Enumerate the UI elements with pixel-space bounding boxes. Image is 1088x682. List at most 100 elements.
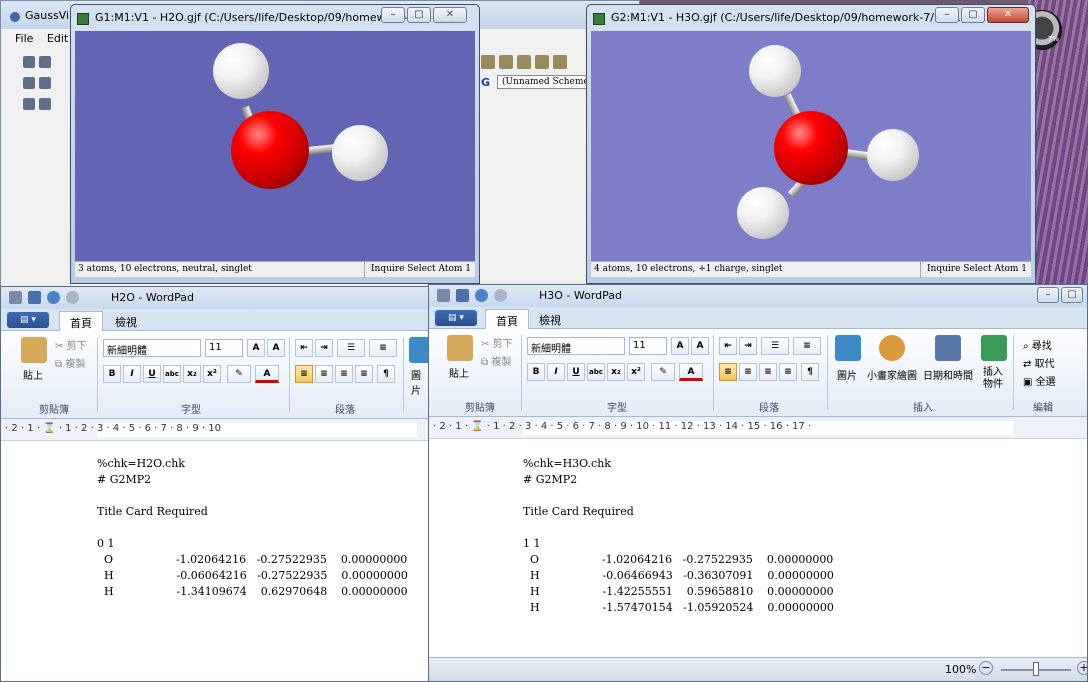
h2o-molecule-canvas[interactable] bbox=[75, 31, 475, 261]
font-size-dropdown[interactable]: 11 bbox=[629, 337, 667, 355]
paint-icon[interactable] bbox=[879, 335, 905, 361]
calendar-clock-icon[interactable] bbox=[935, 335, 961, 361]
save-icon[interactable] bbox=[517, 55, 531, 69]
paste-icon[interactable] bbox=[21, 337, 47, 363]
wordpad-titlebar[interactable]: H3O - WordPad – ▢ bbox=[429, 285, 1087, 307]
hydrogen-atom[interactable] bbox=[213, 43, 269, 99]
ruler[interactable]: · 2 · 1 · ⌛ · 1 · 2 · 3 · 4 · 5 · 6 · 7 … bbox=[429, 417, 1087, 439]
menu-file[interactable]: File bbox=[15, 32, 33, 45]
paragraph-button[interactable]: ¶ bbox=[377, 365, 395, 383]
maximize-button[interactable]: ▢ bbox=[961, 7, 985, 23]
picture-button[interactable]: 圖片 bbox=[837, 367, 857, 382]
font-color-button[interactable]: A bbox=[679, 363, 703, 381]
date-time-button[interactable]: 日期和時間 bbox=[923, 367, 973, 382]
decrease-indent-button[interactable]: ⇤ bbox=[719, 337, 737, 355]
picture-icon[interactable] bbox=[835, 335, 861, 361]
app-menu-icon[interactable] bbox=[9, 291, 22, 304]
h3o-viewer-titlebar[interactable]: G2:M1:V1 - H3O.gjf (C:/Users/life/Deskto… bbox=[591, 5, 1031, 31]
h3o-molecule-canvas[interactable] bbox=[591, 31, 1031, 261]
zoom-out-button[interactable]: − bbox=[979, 661, 993, 675]
wordpad-menu-button[interactable]: ▤ ▾ bbox=[435, 310, 477, 326]
zoom-in-button[interactable]: + bbox=[1077, 661, 1087, 675]
picture-button[interactable]: 圖片 bbox=[411, 367, 429, 397]
menu-edit[interactable]: Edit bbox=[47, 32, 68, 45]
italic-button[interactable]: I bbox=[123, 365, 141, 383]
app-menu-icon[interactable] bbox=[437, 289, 450, 302]
undo-icon[interactable] bbox=[475, 289, 488, 302]
paragraph-button[interactable]: ¶ bbox=[801, 363, 819, 381]
align-right-button[interactable]: ≡ bbox=[759, 363, 777, 381]
oxygen-atom[interactable] bbox=[774, 111, 848, 185]
ruler[interactable]: · 2 · 1 · ⌛ · 1 · 2 · 3 · 4 · 5 · 6 · 7 … bbox=[1, 419, 429, 441]
justify-button[interactable]: ≡ bbox=[779, 363, 797, 381]
align-center-button[interactable]: ≡ bbox=[739, 363, 757, 381]
copy-button[interactable]: ⧉ 複製 bbox=[481, 353, 511, 368]
highlight-button[interactable]: ✎ bbox=[227, 365, 251, 383]
save-icon[interactable] bbox=[456, 289, 469, 302]
paste-icon[interactable] bbox=[447, 335, 473, 361]
replace-button[interactable]: ⇄ 取代 bbox=[1023, 355, 1055, 370]
h2o-viewer-titlebar[interactable]: G1:M1:V1 - H2O.gjf (C:/Users/life/Deskto… bbox=[75, 5, 475, 31]
insert-object-button[interactable]: 插入 物件 bbox=[983, 367, 1003, 391]
paint-drawing-button[interactable]: 小畫家繪圖 bbox=[867, 367, 917, 382]
select-all-button[interactable]: ▣ 全選 bbox=[1023, 373, 1056, 388]
align-left-button[interactable]: ≡ bbox=[719, 363, 737, 381]
undo-icon[interactable] bbox=[47, 291, 60, 304]
hydrogen-atom[interactable] bbox=[749, 45, 801, 97]
line-spacing-button[interactable]: ≡ bbox=[369, 339, 397, 357]
minimize-button[interactable]: – bbox=[381, 7, 405, 23]
paste-button[interactable]: 貼上 bbox=[449, 365, 469, 380]
cut-icon[interactable] bbox=[23, 77, 35, 89]
bullets-button[interactable]: ☰ bbox=[337, 339, 365, 357]
hydrogen-atom[interactable] bbox=[332, 125, 388, 181]
italic-button[interactable]: I bbox=[547, 363, 565, 381]
align-center-button[interactable]: ≡ bbox=[315, 365, 333, 383]
highlight-button[interactable]: ✎ bbox=[651, 363, 675, 381]
bullets-button[interactable]: ☰ bbox=[761, 337, 789, 355]
wordpad-menu-button[interactable]: ▤ ▾ bbox=[7, 312, 49, 328]
builder-icon[interactable] bbox=[23, 56, 35, 68]
font-family-dropdown[interactable]: 新細明體 bbox=[103, 339, 201, 357]
table-icon[interactable] bbox=[39, 98, 51, 110]
bold-button[interactable]: B bbox=[103, 365, 121, 383]
increase-indent-button[interactable]: ⇥ bbox=[739, 337, 757, 355]
increase-indent-button[interactable]: ⇥ bbox=[315, 339, 333, 357]
redo-icon[interactable] bbox=[494, 289, 507, 302]
oxygen-atom[interactable] bbox=[231, 111, 309, 189]
hydrogen-atom[interactable] bbox=[737, 187, 789, 239]
paste-button[interactable]: 貼上 bbox=[23, 367, 43, 382]
print-icon[interactable] bbox=[535, 55, 549, 69]
picture-icon[interactable] bbox=[409, 337, 429, 363]
tab-home[interactable]: 首頁 bbox=[59, 311, 103, 331]
insert-object-icon[interactable] bbox=[981, 335, 1007, 361]
copy-icon[interactable] bbox=[39, 77, 51, 89]
close-button[interactable]: ✕ bbox=[987, 7, 1029, 23]
strikethrough-button[interactable]: abc bbox=[163, 365, 181, 383]
grid-icon[interactable] bbox=[23, 98, 35, 110]
save-icon[interactable] bbox=[28, 291, 41, 304]
hydrogen-atom[interactable] bbox=[867, 129, 919, 181]
scheme-g-icon[interactable]: G bbox=[481, 76, 490, 89]
maximize-button[interactable]: ▢ bbox=[407, 7, 431, 23]
superscript-button[interactable]: x² bbox=[627, 363, 645, 381]
scheme-dropdown[interactable]: (Unnamed Scheme) bbox=[497, 75, 598, 89]
font-size-dropdown[interactable]: 11 bbox=[205, 339, 243, 357]
shrink-font-button[interactable]: A bbox=[691, 337, 709, 355]
ring-icon[interactable] bbox=[39, 56, 51, 68]
new-icon[interactable] bbox=[481, 55, 495, 69]
align-left-button[interactable]: ≡ bbox=[295, 365, 313, 383]
minimize-button[interactable]: – bbox=[1037, 287, 1059, 303]
cut-button[interactable]: ✂ 剪下 bbox=[481, 335, 513, 350]
font-color-button[interactable]: A bbox=[255, 365, 279, 383]
copy-button[interactable]: ⧉ 複製 bbox=[55, 355, 85, 370]
align-right-button[interactable]: ≡ bbox=[335, 365, 353, 383]
tab-view[interactable]: 檢視 bbox=[529, 309, 571, 329]
wordpad-titlebar[interactable]: H2O - WordPad bbox=[1, 287, 429, 309]
tab-view[interactable]: 檢視 bbox=[105, 311, 147, 331]
underline-button[interactable]: U bbox=[143, 365, 161, 383]
tab-home[interactable]: 首頁 bbox=[485, 309, 529, 329]
justify-button[interactable]: ≡ bbox=[355, 365, 373, 383]
subscript-button[interactable]: x₂ bbox=[607, 363, 625, 381]
minimize-button[interactable]: – bbox=[935, 7, 959, 23]
subscript-button[interactable]: x₂ bbox=[183, 365, 201, 383]
